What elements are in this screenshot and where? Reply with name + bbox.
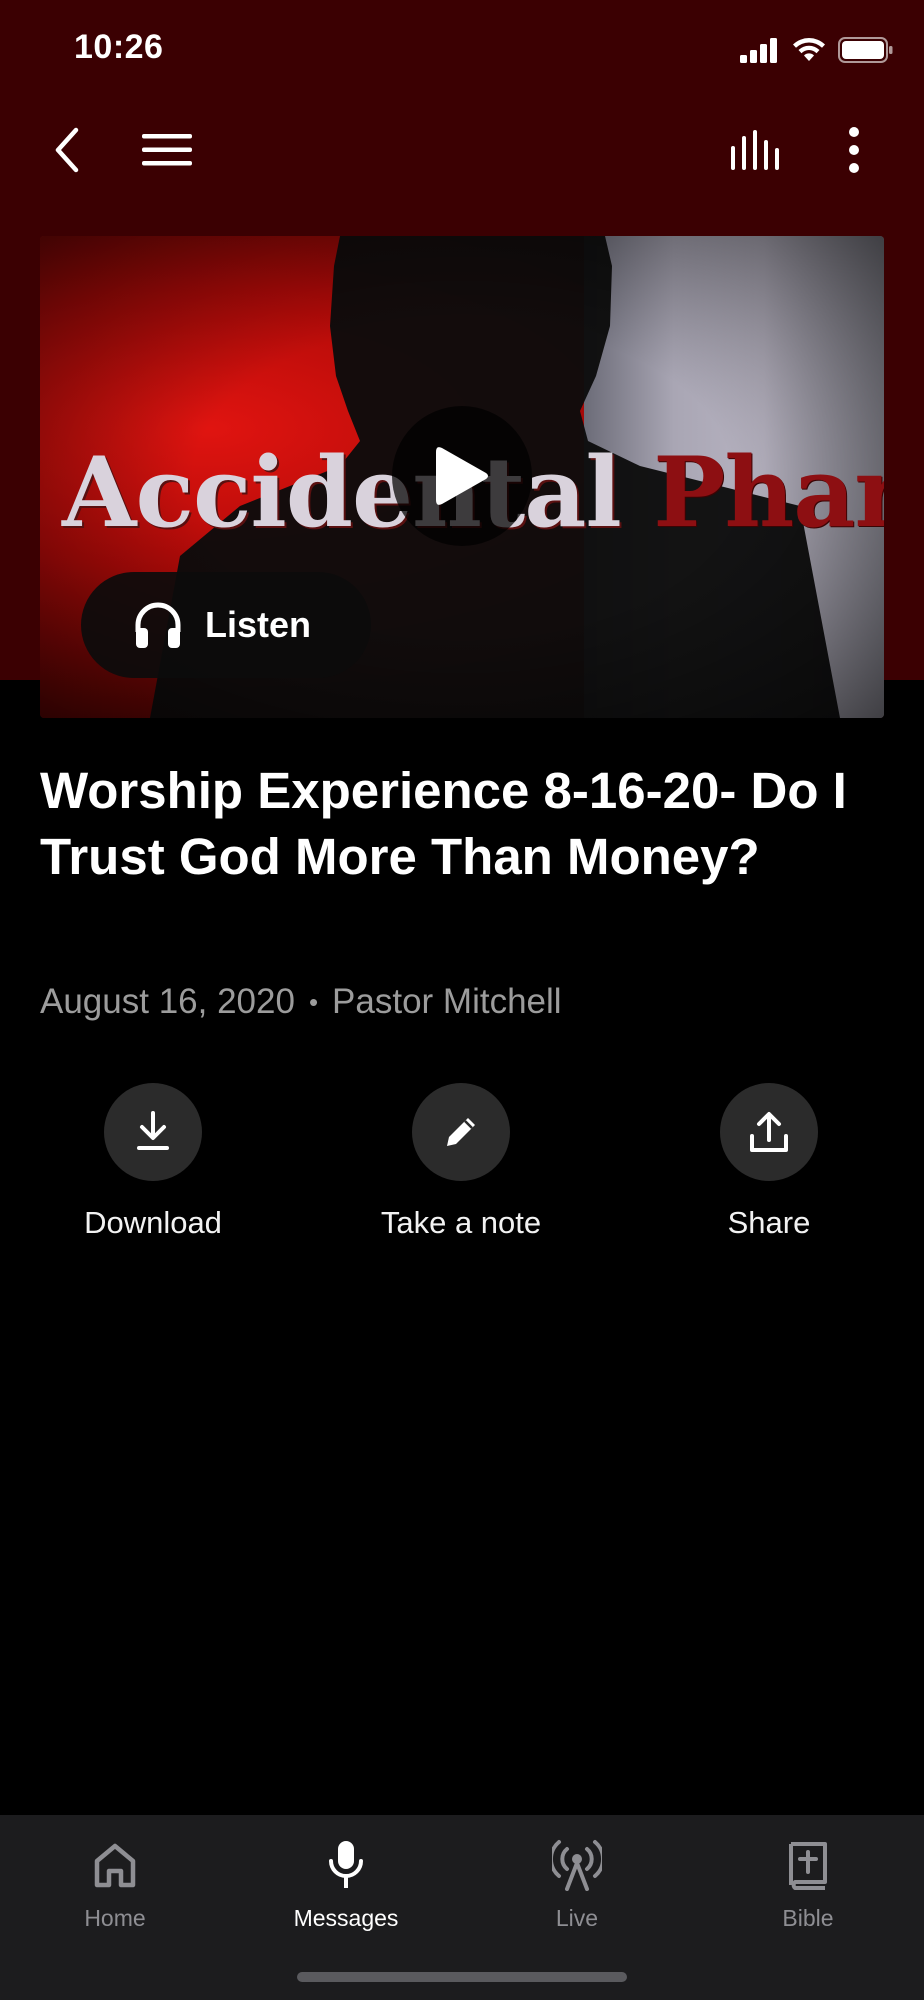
tab-bible[interactable]: Bible [708,1833,908,1932]
tab-live-label: Live [555,1905,599,1931]
tab-messages[interactable]: Messages [246,1833,446,1932]
status-time: 10:26 [74,28,164,66]
message-title: Worship Experience 8-16-20- Do I Trust G… [40,762,847,885]
signal-icon [740,38,777,63]
share-label: Share [727,1205,811,1240]
artwork-title-word-1: Accidental [62,436,622,549]
status-icons [740,36,894,64]
download-label: Download [84,1205,222,1240]
menu-button[interactable] [128,110,208,190]
tab-home-label: Home [84,1905,146,1931]
share-button[interactable]: Share [649,1083,889,1241]
more-button[interactable] [814,110,894,190]
share-circle [720,1083,818,1181]
download-circle [104,1083,202,1181]
play-button[interactable] [392,406,532,546]
tab-bible-label: Bible [782,1905,834,1931]
home-indicator [297,1972,627,1982]
wifi-icon [793,38,825,61]
tab-home[interactable]: Home [15,1833,215,1932]
battery-icon [838,37,893,63]
equalizer-icon [731,130,779,170]
note-circle [412,1083,510,1181]
microphone-icon [329,1841,363,1888]
tab-messages-label: Messages [293,1905,399,1931]
meta-separator: • [308,986,319,1017]
play-icon [436,447,488,505]
listen-label: Listen [205,604,312,645]
back-button[interactable] [28,110,108,190]
more-vertical-icon [849,127,859,173]
message-detail-screen: 10:26 Accidental Phar Listen Worship Exp… [0,0,924,2000]
bible-icon [789,1842,827,1890]
pencil-icon [447,1118,475,1146]
chevron-left-icon [55,127,79,173]
home-icon [94,1843,136,1888]
take-note-label: Take a note [380,1205,542,1240]
artwork-title-word-2: Pharisees [653,436,884,549]
status-bar: 10:26 [0,0,924,100]
message-meta: August 16, 2020 • Pastor Mitchell [40,982,562,1022]
tab-live[interactable]: Live [477,1833,677,1932]
hamburger-menu-icon [142,134,192,166]
take-note-button[interactable]: Take a note [341,1083,581,1241]
headphones-icon [135,602,181,648]
share-icon [750,1112,788,1152]
audio-button[interactable] [715,110,795,190]
nav-bar [0,110,924,190]
message-date: August 16, 2020 [40,982,295,1021]
broadcast-icon [552,1840,602,1891]
message-speaker: Pastor Mitchell [332,982,562,1021]
download-button[interactable]: Download [33,1083,273,1241]
listen-button[interactable]: Listen [81,572,371,678]
download-icon [137,1111,169,1150]
